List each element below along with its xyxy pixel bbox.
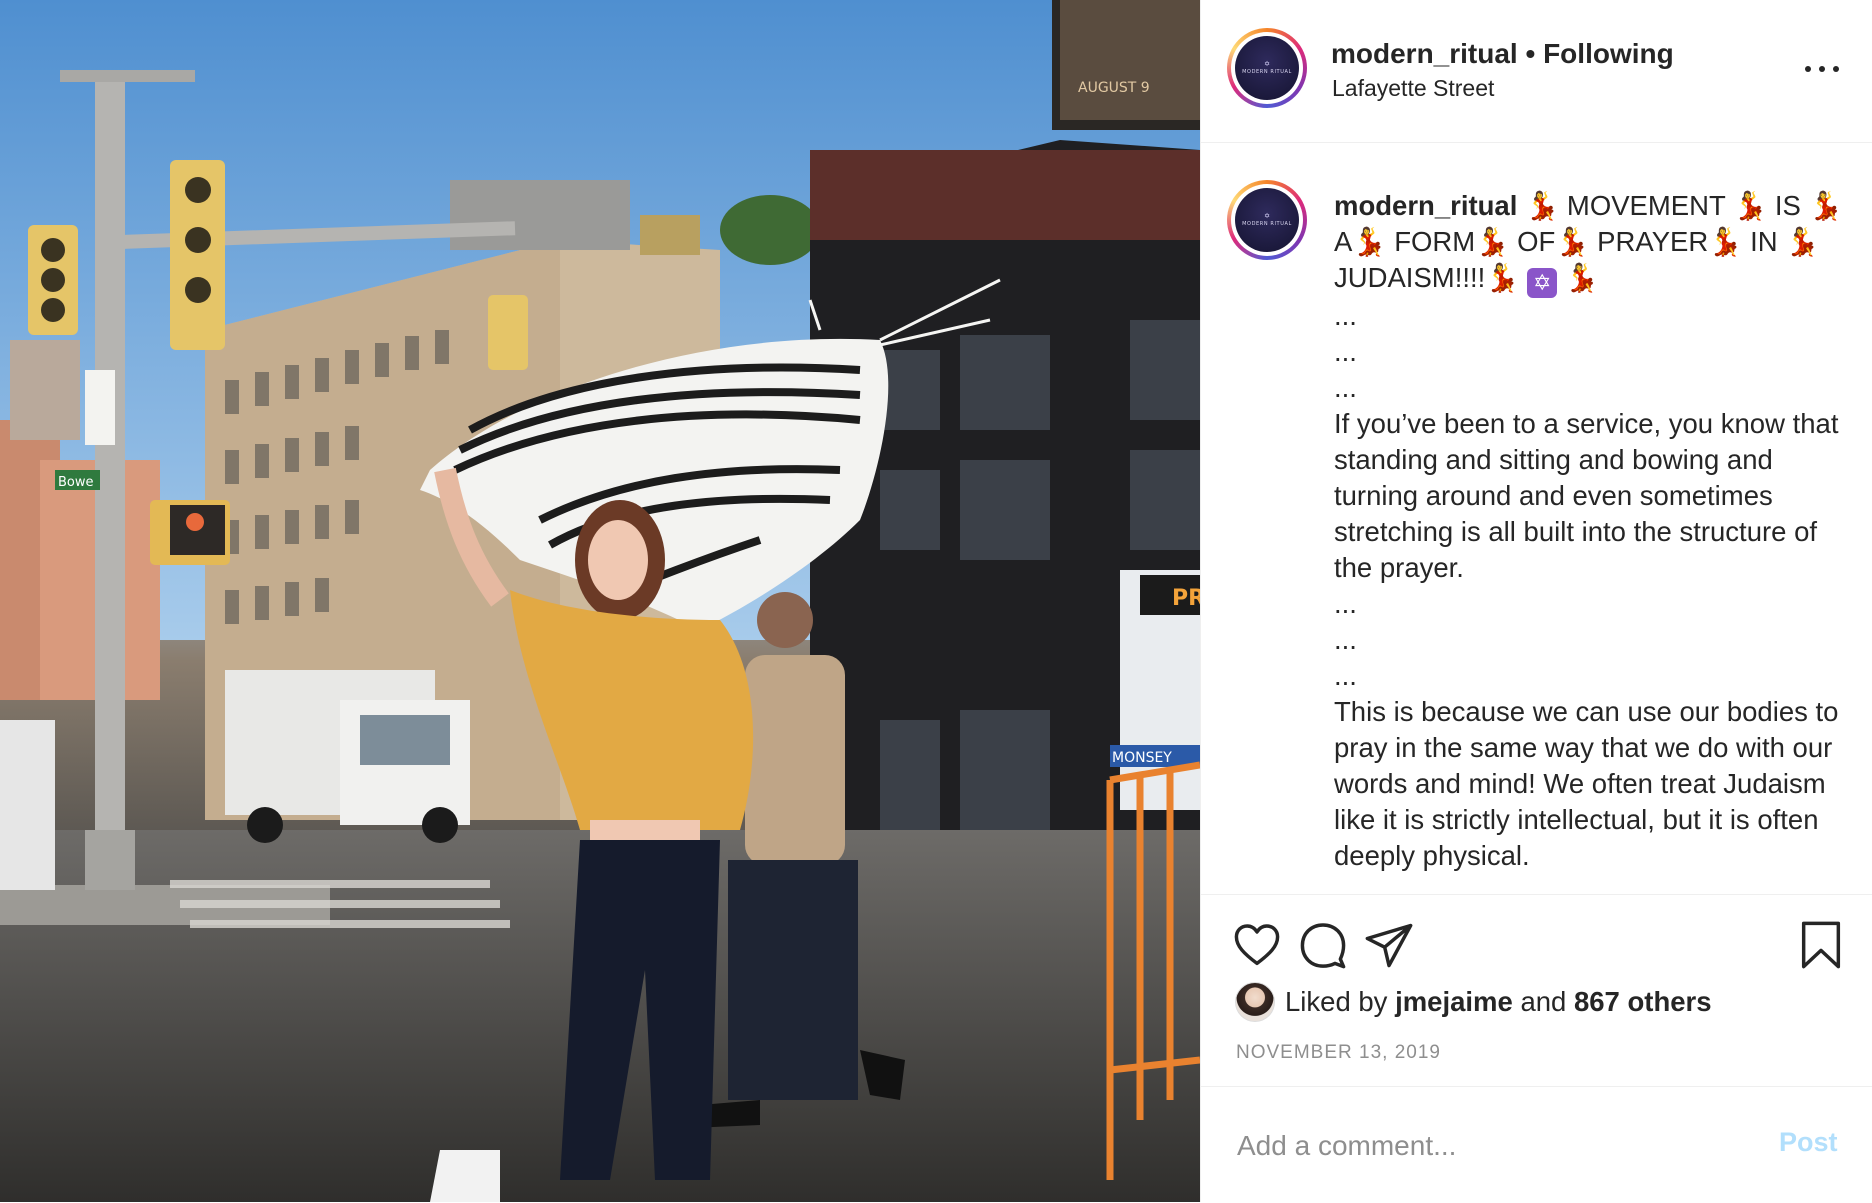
- caption-ellipsis: ...: [1334, 588, 1357, 619]
- star-of-david-icon: ✡: [1264, 61, 1270, 68]
- post-header: ✡ MODERN RITUAL modern_ritual • Followin…: [1201, 0, 1872, 143]
- post-photo[interactable]: AUGUST 9 Bowe PR MONSEY: [0, 0, 1200, 1202]
- liker-username-link[interactable]: jmejaime: [1395, 986, 1513, 1018]
- comment-input[interactable]: [1235, 1123, 1719, 1169]
- star-of-david-icon: ✡: [1527, 268, 1558, 298]
- caption-ellipsis: ...: [1334, 336, 1357, 367]
- caption-word: IN: [1742, 226, 1786, 257]
- woman-dancing-icon: 💃: [1708, 226, 1743, 257]
- caption-word: A: [1334, 226, 1353, 257]
- header-separator: •: [1517, 38, 1544, 69]
- caption-avatar-logo-text: MODERN RITUAL: [1242, 221, 1292, 227]
- caption-ellipsis: ...: [1334, 624, 1357, 655]
- woman-dancing-icon: 💃: [1564, 262, 1600, 293]
- caption-ellipsis: ...: [1334, 300, 1357, 331]
- caption-word: JUDAISM!!!!: [1334, 262, 1486, 293]
- woman-dancing-icon: 💃: [1785, 226, 1820, 257]
- likes-others-link[interactable]: 867 others: [1574, 986, 1712, 1018]
- more-options-icon[interactable]: [1805, 54, 1839, 84]
- woman-dancing-icon: 💃: [1732, 190, 1768, 221]
- caption-username-link[interactable]: modern_ritual: [1334, 190, 1517, 221]
- post-date[interactable]: NOVEMBER 13, 2019: [1236, 1042, 1441, 1064]
- liker-avatar[interactable]: [1235, 982, 1275, 1022]
- woman-dancing-icon: 💃: [1352, 226, 1387, 257]
- comment-bar: Post: [1201, 1086, 1872, 1203]
- photo-scene: AUGUST 9 Bowe PR MONSEY: [0, 0, 1200, 1202]
- star-of-david-icon: ✡: [1264, 213, 1270, 220]
- street-sign-text: Bowe: [58, 475, 94, 490]
- bookmark-icon[interactable]: [1795, 919, 1847, 971]
- post-caption: modern_ritual 💃 MOVEMENT 💃 IS 💃 A💃 FORM💃…: [1334, 188, 1854, 874]
- caption-word: FORM: [1386, 226, 1476, 257]
- following-button[interactable]: Following: [1543, 38, 1674, 69]
- caption-ellipsis: ...: [1334, 372, 1357, 403]
- woman-dancing-icon: 💃: [1808, 190, 1843, 221]
- woman-dancing-icon: 💃: [1475, 226, 1510, 257]
- paper-plane-icon[interactable]: [1363, 919, 1415, 971]
- comment-icon[interactable]: [1297, 919, 1349, 971]
- caption-first-line: modern_ritual 💃 MOVEMENT 💃 IS 💃 A💃 FORM💃…: [1334, 188, 1854, 298]
- post-comment-button[interactable]: Post: [1779, 1127, 1838, 1158]
- bus-sign-text: PR: [1172, 586, 1200, 611]
- caption-word: IS: [1767, 190, 1809, 221]
- woman-dancing-icon: 💃: [1525, 190, 1560, 221]
- likes-middle: and: [1520, 986, 1567, 1017]
- author-username-link[interactable]: modern_ritual: [1331, 38, 1518, 69]
- caption-paragraph-2: This is because we can use our bodies to…: [1334, 696, 1839, 871]
- heart-icon[interactable]: [1231, 919, 1283, 971]
- woman-dancing-icon: 💃: [1555, 226, 1590, 257]
- caption-word: PRAYER: [1589, 226, 1709, 257]
- billboard-text: AUGUST 9: [1078, 80, 1150, 96]
- caption-word: MOVEMENT: [1559, 190, 1733, 221]
- post-detail-panel: ✡ MODERN RITUAL modern_ritual • Followin…: [1200, 0, 1872, 1202]
- likes-prefix: Liked by: [1285, 986, 1388, 1017]
- author-avatar[interactable]: ✡ MODERN RITUAL: [1227, 28, 1307, 108]
- caption-ellipsis: ...: [1334, 660, 1357, 691]
- location-link[interactable]: Lafayette Street: [1332, 75, 1494, 102]
- caption-author-avatar[interactable]: ✡ MODERN RITUAL: [1227, 180, 1307, 260]
- bus-side-text: MONSEY: [1112, 750, 1172, 766]
- avatar-logo-text: MODERN RITUAL: [1242, 69, 1292, 75]
- caption-word: OF: [1509, 226, 1556, 257]
- woman-dancing-icon: 💃: [1485, 262, 1520, 293]
- likes-summary: Liked by jmejaime and 867 others: [1235, 982, 1712, 1022]
- caption-paragraph-1: If you’ve been to a service, you know th…: [1334, 408, 1839, 583]
